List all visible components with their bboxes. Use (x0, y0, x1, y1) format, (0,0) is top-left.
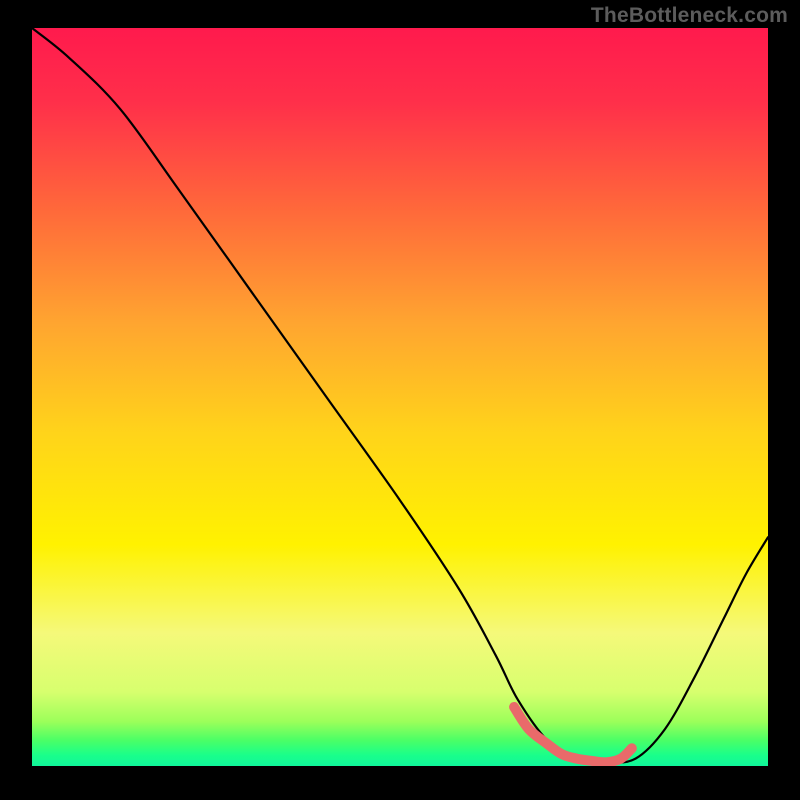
watermark-text: TheBottleneck.com (591, 4, 788, 28)
bottleneck-chart (0, 0, 800, 800)
